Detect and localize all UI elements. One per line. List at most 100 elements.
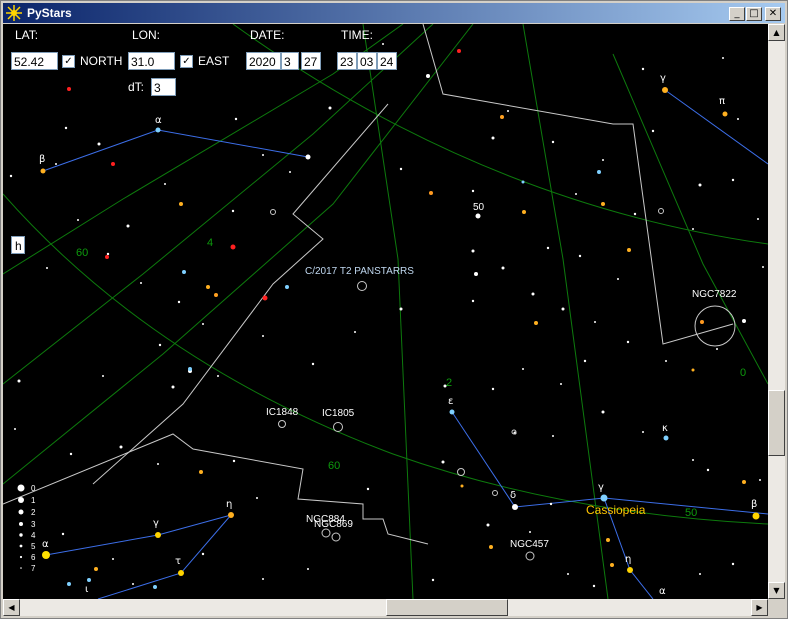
time-second-input[interactable]: 24	[377, 52, 397, 70]
dso-circle[interactable]	[457, 468, 465, 476]
lat-input[interactable]: 52.42	[11, 52, 58, 70]
legend-label: 6	[31, 553, 36, 562]
greek-label: γ	[660, 73, 666, 84]
date-month-input[interactable]: 3	[281, 52, 299, 70]
legend-dot	[18, 509, 24, 515]
constellation-name-cassiopeia: Cassiopeia	[586, 503, 646, 517]
star-gamma-cep[interactable]	[662, 87, 668, 93]
east-checkbox[interactable]: ✓	[180, 55, 193, 68]
boundary-per	[3, 433, 429, 545]
greek-label: ε	[448, 396, 453, 407]
ngc869-circle[interactable]	[331, 532, 341, 542]
line-per-b	[97, 514, 232, 599]
star-eta-per[interactable]	[228, 512, 234, 518]
grid-labels: 60 60 4 0 2 50	[76, 237, 746, 519]
comet-marker[interactable]	[357, 281, 367, 291]
lat-label: LAT:	[15, 28, 39, 42]
star-cam-b[interactable]	[305, 154, 311, 160]
boundary-cam	[92, 103, 389, 485]
ngc884-circle[interactable]	[321, 528, 331, 538]
legend-dot	[19, 522, 23, 526]
star-eta-cas[interactable]	[627, 567, 633, 573]
sky-map-canvas[interactable]: 60 60 4 0 2 50 C/2017 T2 PANSTARRS NGC78…	[3, 24, 768, 599]
greek-label: γ	[598, 482, 604, 493]
greek-label: β	[751, 499, 757, 510]
star-alpha-cam[interactable]	[155, 127, 161, 133]
greek-label: δ	[510, 490, 516, 501]
time-minute-input[interactable]: 03	[357, 52, 377, 70]
vertical-scroll-thumb[interactable]	[768, 390, 785, 456]
horizontal-scroll-thumb[interactable]	[386, 599, 508, 616]
dso-circle[interactable]	[270, 209, 276, 215]
maximize-button[interactable]: □	[746, 7, 762, 21]
grid-label: 0	[740, 367, 746, 379]
minimize-button[interactable]: _	[729, 7, 745, 21]
greek-label: κ	[662, 423, 668, 434]
scroll-left-button[interactable]: ◀	[3, 599, 20, 616]
star-number-label: 50	[473, 202, 485, 213]
dso-circle[interactable]	[658, 208, 664, 214]
ic1848-circle[interactable]	[278, 420, 286, 428]
ic1848-label: IC1848	[266, 407, 299, 418]
date-year-input[interactable]: 2020	[246, 52, 281, 70]
title-bar: PyStars _ □ ✕	[3, 3, 785, 23]
ngc7822-circle[interactable]	[694, 305, 736, 347]
star-tau-per[interactable]	[178, 570, 184, 576]
star-beta-cas[interactable]	[752, 512, 760, 520]
north-checkbox[interactable]: ✓	[62, 55, 75, 68]
greek-label: α	[659, 586, 666, 597]
ra-line-4	[3, 24, 474, 485]
scroll-down-button[interactable]: ▼	[768, 582, 785, 599]
greek-label: π	[719, 96, 725, 107]
star-gamma-per[interactable]	[155, 532, 161, 538]
vertical-scrollbar[interactable]: ▲ ▼	[768, 24, 785, 599]
ngc457-circle[interactable]	[525, 551, 535, 561]
horizontal-scrollbar[interactable]: ◀ ▶	[3, 599, 768, 616]
h-button[interactable]: h	[11, 236, 25, 254]
window-title: PyStars	[27, 6, 72, 20]
greek-label: η	[226, 499, 232, 510]
object-labels: C/2017 T2 PANSTARRS NGC7822 IC1848 IC180…	[266, 202, 737, 550]
time-hour-input[interactable]: 23	[337, 52, 357, 70]
star-kappa-cas[interactable]	[663, 435, 669, 441]
ngc7822-label: NGC7822	[692, 289, 737, 300]
star-beta-cam[interactable]	[40, 168, 46, 174]
star-epsilon-cas[interactable]	[449, 409, 455, 415]
grid-label: 4	[207, 237, 213, 249]
north-label: NORTH	[80, 54, 123, 68]
dso-circle[interactable]	[492, 490, 498, 496]
legend-dot	[19, 533, 23, 537]
date-day-input[interactable]: 27	[301, 52, 321, 70]
legend-label: 2	[31, 508, 36, 517]
comet-label: C/2017 T2 PANSTARRS	[305, 266, 414, 277]
scroll-up-button[interactable]: ▲	[768, 24, 785, 41]
legend-dot	[20, 567, 22, 569]
scrollbar-corner	[768, 599, 785, 616]
dt-label: dT:	[128, 80, 145, 94]
grid-label: 50	[685, 507, 697, 519]
sky-map: 60 60 4 0 2 50 C/2017 T2 PANSTARRS NGC78…	[3, 24, 768, 599]
ngc457-label: NGC457	[510, 539, 549, 550]
lon-label: LON:	[132, 28, 161, 42]
grid-label: 2	[446, 377, 452, 389]
star-gamma-cas[interactable]	[600, 494, 608, 502]
scroll-right-button[interactable]: ▶	[751, 599, 768, 616]
star-alpha-per[interactable]	[42, 551, 50, 559]
constellation-boundaries	[3, 24, 734, 545]
dt-input[interactable]: 3	[151, 78, 176, 96]
magnitude-legend: 0 1 2 3 4 5 6 7	[17, 484, 36, 573]
legend-dot	[17, 484, 25, 492]
greek-label: τ	[175, 556, 181, 567]
greek-labels: α β γ π ε κ δ γ η α β α γ η τ ι	[39, 73, 757, 597]
ra-line-0	[612, 53, 768, 385]
legend-label: 1	[31, 496, 36, 505]
legend-label: 3	[31, 520, 36, 529]
ic1805-circle[interactable]	[333, 422, 343, 432]
close-button[interactable]: ✕	[765, 7, 781, 21]
line-cam	[42, 129, 309, 172]
lon-input[interactable]: 31.0	[128, 52, 175, 70]
boundary-cep	[422, 24, 734, 345]
star-delta-cas[interactable]	[512, 504, 518, 510]
ngc869-label: NGC869	[314, 519, 353, 530]
legend-dot	[18, 497, 24, 503]
